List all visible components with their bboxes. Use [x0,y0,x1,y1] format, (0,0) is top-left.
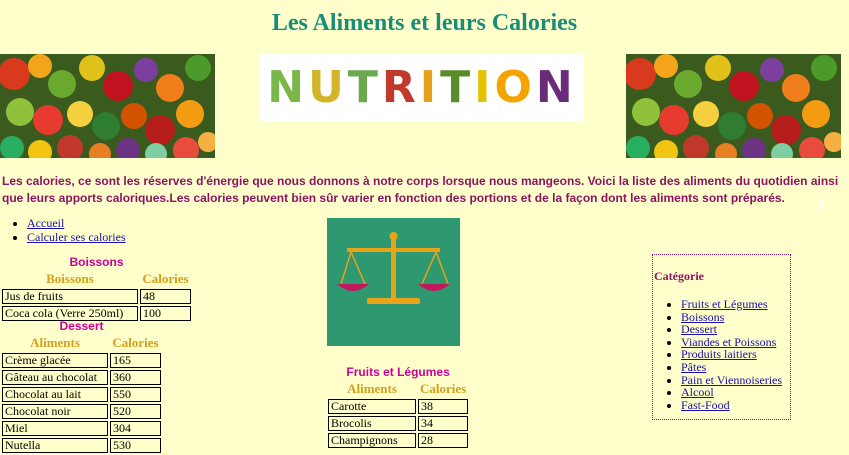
food-name: Carotte [328,399,416,414]
food-calories: 34 [418,416,469,431]
nav-item-home: Accueil [27,216,126,230]
dessert-table: Dessert Aliments Calories Crème glacée 1… [0,319,163,455]
nutrition-letter: I [419,61,441,113]
column-header-food: Aliments [347,381,397,396]
food-calories: 550 [110,387,161,402]
chevron-right-icon[interactable]: › [816,190,830,218]
nutrition-letter: U [308,61,348,113]
food-calories: 304 [110,421,161,436]
column-header-food: Aliments [30,335,80,350]
nav-link-calc[interactable]: Calculer ses calories [27,230,126,244]
table-row: Crème glacée 165 [2,353,161,368]
column-header-calories: Calories [112,335,159,350]
category-title: Catégorie [654,269,704,283]
category-panel: Catégorie Fruits et Légumes Boissons Des… [652,254,791,420]
food-calories: 520 [110,404,161,419]
table-row: Gâteau au chocolat 360 [2,370,161,385]
food-name: Miel [2,421,108,436]
table-header-row: Aliments Calories [2,335,161,351]
scale-icon [327,218,460,346]
nutrition-letter: N [535,61,577,113]
list-item: Fast-Food [681,398,790,412]
table-row: Carotte 38 [328,399,469,414]
nutrition-letter: T [440,61,475,113]
column-header-food: Boissons [46,271,94,286]
category-list: Fruits et Légumes Boissons Dessert Viand… [653,298,790,411]
column-header-calories: Calories [142,271,189,286]
food-name: Crème glacée [2,353,108,368]
dessert-section: Dessert Aliments Calories Crème glacée 1… [0,319,163,455]
vegetables-image-right [626,54,841,158]
nutrition-letter: R [381,61,420,113]
food-name: Jus de fruits [2,289,138,304]
boissons-caption: Boissons [69,255,124,269]
table-row: Chocolat au lait 550 [2,387,161,402]
boissons-section: Boissons Boissons Calories Jus de fruits… [0,255,193,323]
table-row: Chocolat noir 520 [2,404,161,419]
table-row: Brocolis 34 [328,416,469,431]
table-row: Miel 304 [2,421,161,436]
nutrition-letter: O [494,61,536,113]
nav-link-home[interactable]: Accueil [27,216,64,230]
table-header-row: Boissons Calories [2,271,191,287]
nav-item-calc: Calculer ses calories [27,230,126,244]
table-header-row: Aliments Calories [328,381,468,397]
food-name: Gâteau au chocolat [2,370,108,385]
fruits-caption: Fruits et Légumes [346,365,450,379]
page-title: Les Aliments et leurs Calories [271,10,578,36]
food-name: Chocolat noir [2,404,108,419]
nutrition-letter: T [347,61,382,113]
food-name: Brocolis [328,416,416,431]
nutrition-letter: I [474,61,495,113]
dessert-caption: Dessert [59,319,104,333]
boissons-table: Boissons Boissons Calories Jus de fruits… [0,255,193,323]
table-row: Jus de fruits 48 [2,289,191,304]
main-nav: Accueil Calculer ses calories [17,216,126,244]
category-link[interactable]: Fast-Food [681,398,730,412]
food-name: Chocolat au lait [2,387,108,402]
food-calories: 165 [110,353,161,368]
vegetables-image-left [0,54,215,158]
nutrition-letter: N [267,61,309,113]
food-calories: 48 [140,289,191,304]
intro-paragraph: Les calories, ce sont les réserves d'éne… [2,174,839,205]
fruits-section: Fruits et Légumes Aliments Calories Caro… [326,365,470,450]
fruits-table: Fruits et Légumes Aliments Calories Caro… [326,365,470,450]
food-calories: 360 [110,370,161,385]
column-header-calories: Calories [420,381,467,396]
food-calories: 38 [418,399,469,414]
nutrition-banner: N U T R I T I O N [260,53,584,121]
